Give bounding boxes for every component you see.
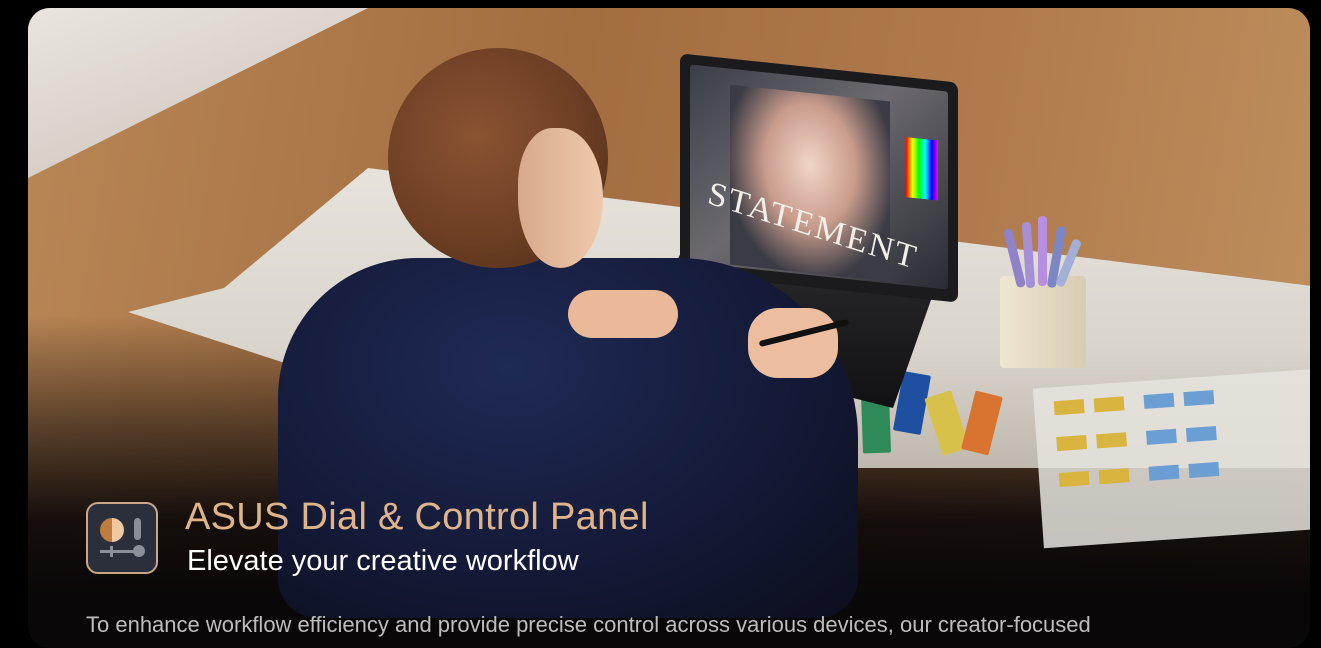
feature-description: To enhance workflow efficiency and provi…: [86, 612, 1091, 637]
feature-subtitle: Elevate your creative workflow: [187, 545, 579, 577]
feature-title: ASUS Dial & Control Panel: [185, 496, 649, 538]
dial-knob-icon: [100, 518, 124, 542]
color-chart-sheet: [1032, 367, 1310, 549]
left-hand: [568, 290, 678, 338]
wall: [28, 8, 368, 178]
person-face: [518, 128, 603, 268]
track-icon: [100, 550, 136, 553]
dial-control-panel-icon: [86, 502, 158, 574]
slider-icon: [134, 518, 141, 540]
tick-icon: [110, 546, 113, 557]
color-picker: [906, 137, 938, 201]
handle-icon: [133, 545, 145, 557]
pen-cup: [1000, 216, 1086, 368]
